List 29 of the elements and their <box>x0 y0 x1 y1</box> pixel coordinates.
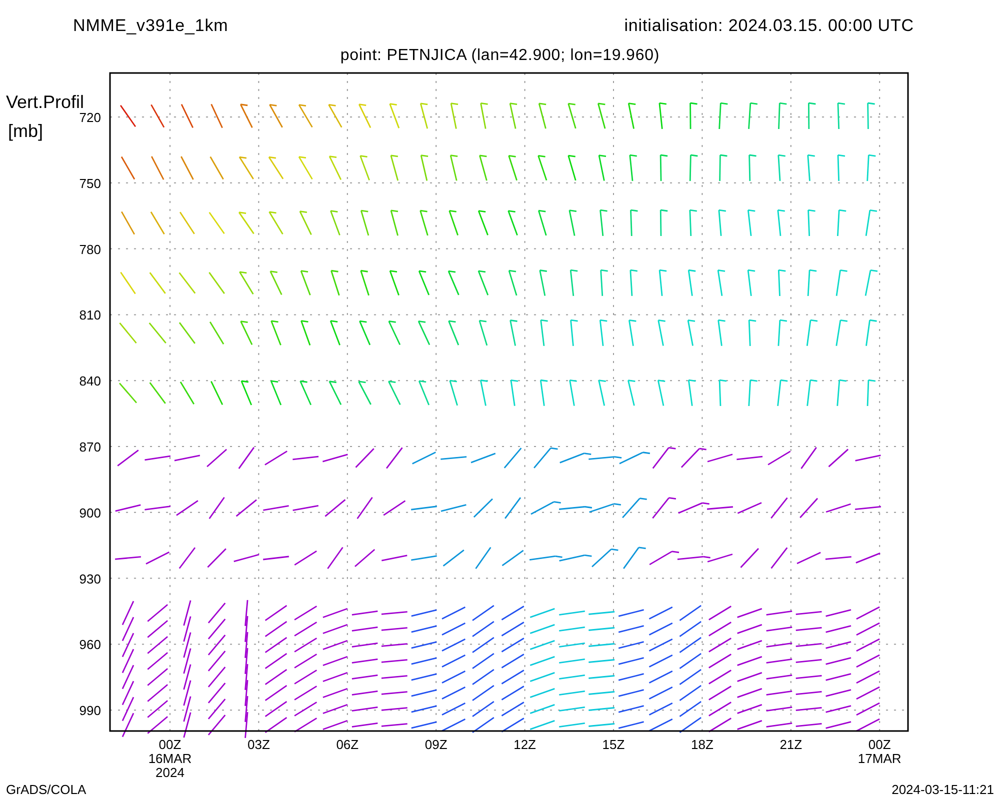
x-tick-label: 12Z <box>514 737 536 752</box>
x-tick-label: 03Z <box>248 737 270 752</box>
x-tick-label: 17MAR <box>858 751 902 766</box>
footer-timestamp: 2024-03-15-11:21 <box>892 781 994 799</box>
x-tick-label: 09Z <box>424 737 448 752</box>
footer-credit: GrADS/COLA <box>6 781 86 799</box>
x-tick-label: 21Z <box>780 737 802 752</box>
y-tick-label: 750 <box>79 176 101 191</box>
point-label: point: PETNJICA (lan=42.900; lon=19.960) <box>340 46 660 66</box>
x-tick-label: 00Z <box>868 737 891 752</box>
model-title: NMME_v391e_1km <box>73 14 228 36</box>
y-tick-label: 960 <box>79 637 101 652</box>
initialisation-label: initialisation: 2024.03.15. 00:00 UTC <box>624 14 914 36</box>
x-tick-label: 00Z <box>158 737 182 752</box>
y-tick-label: 720 <box>79 110 101 125</box>
x-tick-label: 2024 <box>156 765 184 780</box>
y-tick-label: 990 <box>79 703 101 718</box>
y-tick-label: 780 <box>79 242 101 257</box>
y-tick-label: 930 <box>79 571 101 586</box>
axis-label: Vert.Profil <box>6 92 84 112</box>
x-tick-label: 06Z <box>336 737 359 752</box>
x-tick-label: 18Z <box>691 737 714 752</box>
y-tick-label: 810 <box>79 308 101 323</box>
axis-unit-label: [mb] <box>8 121 44 141</box>
y-tick-label: 900 <box>79 505 101 520</box>
x-tick-label: 16MAR <box>148 751 192 766</box>
y-tick-label: 870 <box>79 440 101 454</box>
x-tick-label: 15Z <box>602 737 625 752</box>
y-tick-label: 840 <box>79 374 101 389</box>
